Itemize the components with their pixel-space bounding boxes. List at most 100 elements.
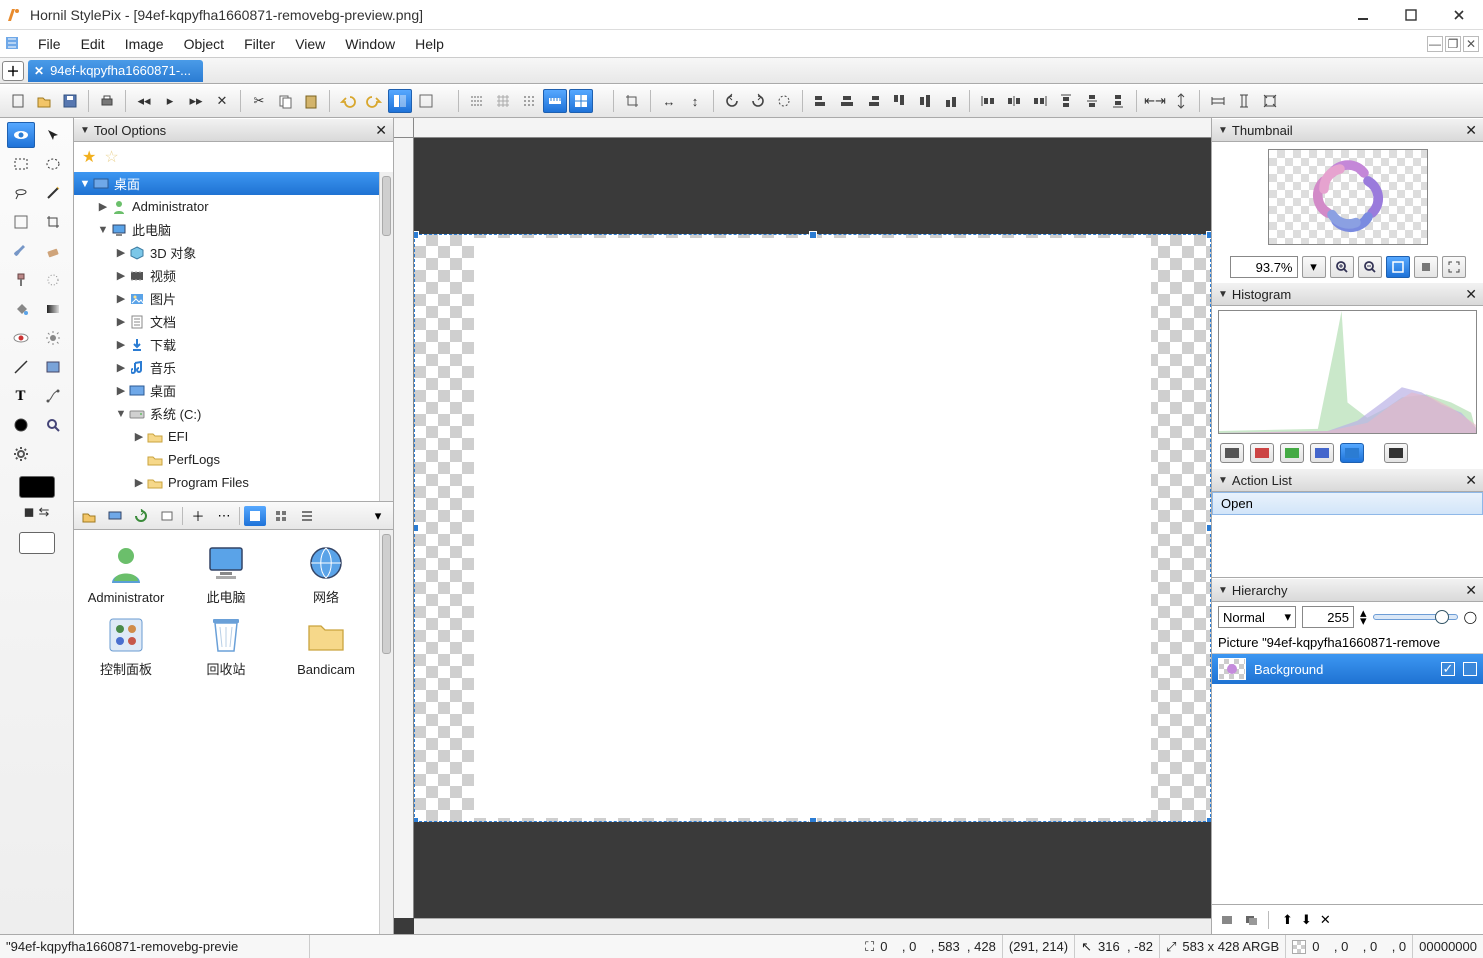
opacity-input[interactable]: 255 [1302,606,1354,628]
ruler-vertical[interactable] [394,138,414,918]
align-bottom-icon[interactable] [939,89,963,113]
swap-colors-icon[interactable]: ◼⇆ [24,504,50,520]
gradient-tool-icon[interactable] [39,296,67,322]
document-tab[interactable]: ✕ 94ef-kqpyfha1660871-... [28,60,203,82]
filter-type-icon[interactable]: ⋯ [213,506,235,526]
channel-rgba-icon[interactable] [1384,443,1408,463]
dist-left-icon[interactable] [976,89,1000,113]
align-left-icon[interactable] [809,89,833,113]
panel-close-icon[interactable]: ✕ [1465,472,1477,489]
dist-bottom-icon[interactable] [1106,89,1130,113]
browser-item[interactable]: 此电脑 [180,542,272,606]
menu-filter[interactable]: Filter [234,32,285,56]
tree-row[interactable]: ▼此电脑 [74,218,379,241]
zoom-full-icon[interactable] [1442,256,1466,278]
brush-tool-icon[interactable] [7,238,35,264]
browser-item[interactable]: 网络 [280,542,372,606]
paste-icon[interactable] [299,89,323,113]
desktop-icon[interactable] [104,506,126,526]
zoom-in-icon[interactable] [1330,256,1354,278]
tree-row[interactable]: ▶桌面 [74,379,379,402]
refresh-icon[interactable] [130,506,152,526]
view-grid-icon[interactable] [270,506,292,526]
minimize-button[interactable] [1349,5,1377,25]
tree-row[interactable]: PerfLogs [74,448,379,471]
space-h-icon[interactable]: ⇤⇥ [1143,89,1167,113]
tree-expander-icon[interactable]: ▶ [114,361,128,374]
panel-close-icon[interactable]: ✕ [1465,582,1477,599]
browser-scrollbar[interactable] [379,530,393,934]
foreground-color-swatch[interactable] [19,476,55,498]
canvas-hscrollbar[interactable] [414,918,1211,934]
tree-row[interactable]: ▶3D 对象 [74,241,379,264]
mdi-close-icon[interactable]: ✕ [1463,36,1479,52]
line-tool-icon[interactable] [7,354,35,380]
action-list-header[interactable]: ▼Action List✕ [1212,468,1483,492]
browser-item[interactable]: 控制面板 [80,614,172,678]
tree-expander-icon[interactable]: ▼ [96,224,110,236]
ruler-toggle-icon[interactable] [543,89,567,113]
zoom-dropdown-icon[interactable]: ▾ [1302,256,1326,278]
tree-row[interactable]: ▶Program Files [74,471,379,494]
tool-options-header[interactable]: ▼Tool Options✕ [74,118,393,142]
rotate-free-icon[interactable] [772,89,796,113]
layer-visible-icon[interactable]: ✓ [1441,662,1455,676]
wand-tool-icon[interactable] [39,180,67,206]
tree-expander-icon[interactable]: ▶ [132,476,146,489]
tab-close-icon[interactable]: ✕ [34,64,44,78]
histogram-header[interactable]: ▼Histogram✕ [1212,282,1483,306]
channel-rgb-icon[interactable] [1340,443,1364,463]
grid-h-icon[interactable] [465,89,489,113]
channel-red-icon[interactable] [1250,443,1274,463]
crop-icon[interactable] [620,89,644,113]
delete-icon[interactable]: ✕ [210,89,234,113]
layer-down-icon[interactable]: ⬇ [1301,912,1312,928]
panel-close-icon[interactable]: ✕ [1465,286,1477,303]
view-list-icon[interactable] [296,506,318,526]
filter-plus-icon[interactable]: ＋ [187,506,209,526]
canvas-area[interactable] [394,118,1211,934]
bucket-tool-icon[interactable] [7,296,35,322]
align-top-icon[interactable] [887,89,911,113]
grid-dots-icon[interactable] [517,89,541,113]
dist-right-icon[interactable] [1028,89,1052,113]
layer-dup-icon[interactable] [1244,913,1260,927]
tree-row[interactable]: ▶EFI [74,425,379,448]
sameh-icon[interactable] [1232,89,1256,113]
zoom-tool-icon[interactable] [39,412,67,438]
tree-expander-icon[interactable]: ▶ [114,292,128,305]
view-large-icon[interactable] [244,506,266,526]
flip-v-icon[interactable]: ↕ [683,89,707,113]
paint-tool-icon[interactable] [7,209,35,235]
tree-expander-icon[interactable]: ▶ [114,269,128,282]
grid-icon[interactable] [491,89,515,113]
action-item[interactable]: Open [1212,492,1483,515]
blend-mode-select[interactable]: Normal▾ [1218,606,1296,628]
maximize-button[interactable] [1397,5,1425,25]
eraser-tool-icon[interactable] [39,238,67,264]
layer-up-icon[interactable]: ⬆ [1282,912,1293,928]
rotate-cw-icon[interactable] [746,89,770,113]
tree-scrollbar[interactable] [379,172,393,501]
opacity-link-icon[interactable]: ◯ [1464,610,1477,624]
lasso-tool-icon[interactable] [7,180,35,206]
favorite-add-icon[interactable]: ☆ [104,147,118,167]
toggle-panel2-icon[interactable] [414,89,438,113]
browser-item[interactable]: Administrator [80,542,172,606]
opacity-down-icon[interactable]: ▾ [1360,617,1367,625]
last-icon[interactable]: ▸▸ [184,89,208,113]
menu-object[interactable]: Object [174,32,234,56]
new-file-icon[interactable] [6,89,30,113]
zoom-value[interactable]: 93.7% [1230,256,1298,278]
tree-expander-icon[interactable]: ▼ [114,408,128,420]
zoom-100-icon[interactable] [1414,256,1438,278]
undo-icon[interactable] [336,89,360,113]
toggle-panel-icon[interactable] [388,89,412,113]
print-icon[interactable] [95,89,119,113]
channel-lum-icon[interactable] [1220,443,1244,463]
tree-row[interactable]: ▶文档 [74,310,379,333]
align-right-icon[interactable] [861,89,885,113]
align-vcenter-icon[interactable] [913,89,937,113]
cut-icon[interactable]: ✂ [247,89,271,113]
app-menu-icon[interactable] [4,35,22,53]
